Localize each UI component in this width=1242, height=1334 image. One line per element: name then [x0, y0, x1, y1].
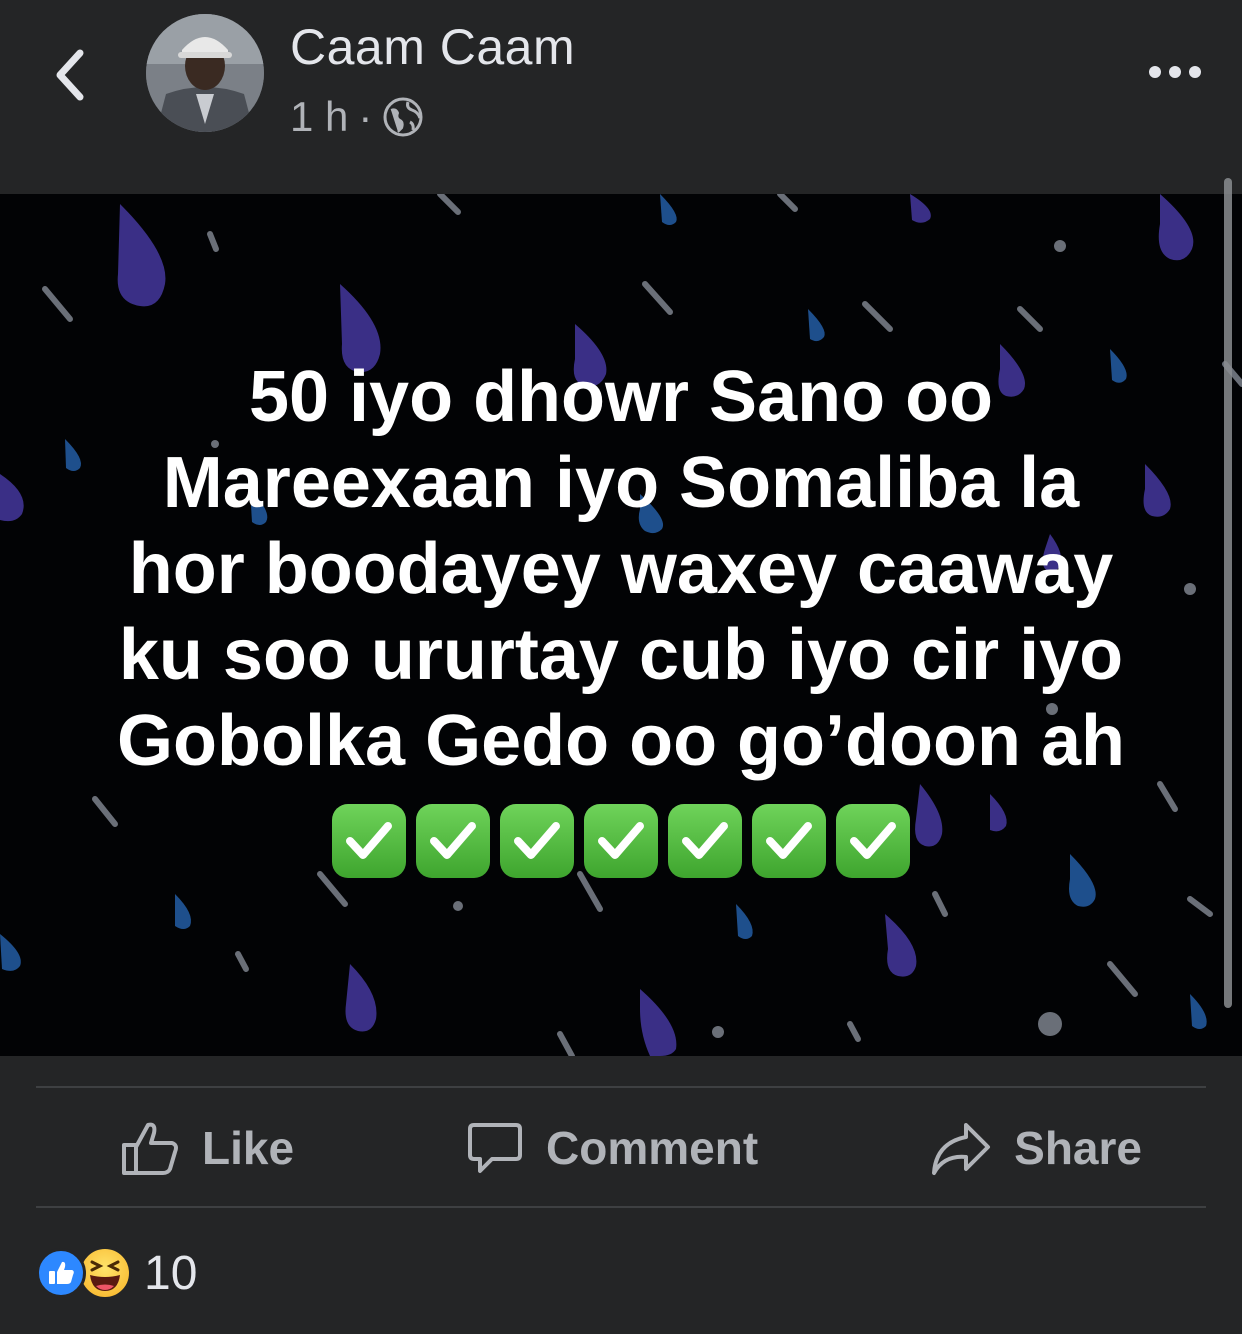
author-avatar[interactable] — [146, 14, 264, 132]
check-mark-icon — [332, 804, 406, 878]
scrollbar[interactable] — [1224, 178, 1232, 1008]
comment-button[interactable]: Comment — [466, 1119, 758, 1177]
check-mark-icon — [668, 804, 742, 878]
share-label: Share — [1014, 1122, 1142, 1174]
like-label: Like — [202, 1122, 295, 1174]
thumbs-up-icon — [122, 1122, 178, 1175]
divider — [36, 1086, 1206, 1088]
like-button[interactable]: Like — [120, 1119, 294, 1177]
post-header: Caam Caam 1 h · — [0, 0, 1242, 194]
meta-separator: · — [358, 93, 373, 140]
check-mark-icon — [836, 804, 910, 878]
check-mark-icon — [416, 804, 490, 878]
more-horizontal-icon — [1169, 66, 1181, 78]
check-mark-icon — [500, 804, 574, 878]
chevron-left-icon — [56, 49, 84, 101]
avatar-photo — [146, 14, 264, 132]
reactions-summary[interactable]: 10 — [36, 1238, 197, 1308]
post-actions: Like Comment Share — [36, 1090, 1206, 1206]
check-mark-icon — [584, 804, 658, 878]
share-icon — [932, 1123, 991, 1175]
post-content[interactable]: 50 iyo dhowr Sano oo Mareexaan iyo Somal… — [0, 194, 1242, 1056]
author-name[interactable]: Caam Caam — [290, 18, 575, 76]
share-button[interactable]: Share — [930, 1119, 1142, 1177]
divider — [36, 1206, 1206, 1208]
more-options-button[interactable] — [1140, 50, 1210, 94]
globe-icon — [383, 97, 423, 137]
post-time[interactable]: 1 h — [290, 93, 348, 141]
like-reaction-icon — [36, 1248, 86, 1298]
haha-reaction-icon — [78, 1246, 132, 1300]
post-text: 50 iyo dhowr Sano oo Mareexaan iyo Somal… — [117, 357, 1125, 781]
back-button[interactable] — [40, 40, 100, 110]
emoji-check-row — [0, 804, 1242, 878]
more-horizontal-icon — [1189, 66, 1201, 78]
comment-icon — [468, 1123, 523, 1173]
check-mark-icon — [752, 804, 826, 878]
more-horizontal-icon — [1149, 66, 1161, 78]
comment-label: Comment — [546, 1122, 759, 1174]
reaction-count: 10 — [144, 1246, 198, 1300]
post-meta: 1 h · — [290, 92, 424, 142]
